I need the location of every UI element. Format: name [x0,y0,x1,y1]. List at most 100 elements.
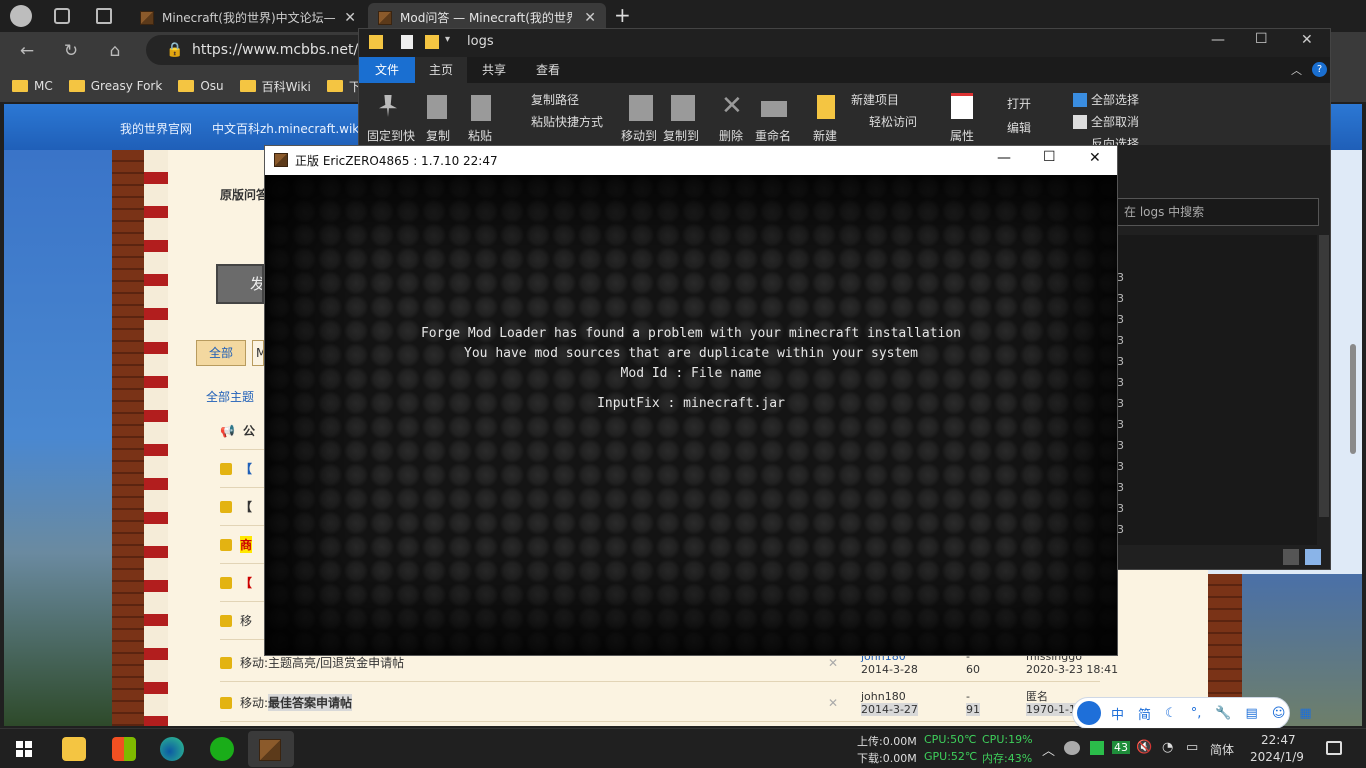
wechat-tray-icon[interactable] [1064,741,1080,755]
close-icon[interactable]: ✕ [828,696,838,710]
row-title[interactable]: 最佳答案申请帖 [268,694,353,711]
emoji-icon[interactable]: ☺ [1272,706,1286,721]
close-icon[interactable]: ✕ [828,656,838,670]
url-input[interactable]: 🔒 https://www.mcbbs.net/for [146,35,378,65]
close-button[interactable]: ✕ [1089,150,1101,166]
tab-mcbbs-forum[interactable]: Minecraft(我的世界)中文论坛— ✕ [130,3,366,32]
row-title[interactable]: 商 [240,536,253,553]
paste-shortcut-button[interactable]: 粘贴快捷方式 [531,113,603,130]
bookmark-osu[interactable]: Osu [178,79,224,93]
clipboard-icon[interactable]: ▤ [1246,706,1258,721]
chevron-down-icon[interactable]: ▾ [445,34,450,45]
chevron-up-icon[interactable]: ︿ [1042,740,1055,759]
tab-file[interactable]: 文件 [359,57,415,83]
explorer-search-input[interactable]: 在 logs 中搜索 [1117,198,1319,226]
wechat-icon[interactable] [210,737,234,761]
new-item-button[interactable]: 新建项目 [851,91,899,108]
rename-button[interactable]: 重命名 [755,127,791,144]
tab-actions-icon[interactable] [96,8,112,24]
notification-icon[interactable] [1326,741,1342,755]
tab-title: Minecraft(我的世界)中文论坛— [162,11,336,25]
nav-official-site[interactable]: 我的世界官网 [120,120,192,137]
edit-button[interactable]: 编辑 [1007,119,1031,136]
open-button[interactable]: 打开 [1007,95,1031,112]
delete-button[interactable]: 删除 [719,127,743,144]
minimize-button[interactable]: — [1211,32,1225,48]
ime-mode-chinese[interactable]: 中 [1111,704,1124,723]
page-scrollbar[interactable] [1350,344,1356,454]
grid-icon[interactable]: ▦ [1299,706,1311,721]
refresh-icon[interactable]: ↻ [60,40,82,62]
bookmark-greasy-fork[interactable]: Greasy Fork [68,79,162,93]
game-titlebar: 正版 EricZERO4865 : 1.7.10 22:47 — ☐ ✕ [265,146,1117,175]
large-icons-view-icon[interactable] [1305,549,1321,565]
invert-selection-button[interactable]: 反向选择 [1091,135,1139,145]
punctuation-icon[interactable]: °, [1191,706,1202,721]
properties-quick-icon[interactable] [401,35,413,49]
minecraft-taskbar-button[interactable] [248,731,294,767]
properties-button[interactable]: 属性 [950,127,974,144]
copy-button[interactable]: 复制 [426,127,450,144]
tab-view[interactable]: 查看 [523,57,573,83]
bookmark-download[interactable]: 下 [326,78,361,95]
start-icon[interactable] [16,741,32,757]
file-explorer-icon[interactable] [62,737,86,761]
tab-share[interactable]: 共享 [469,57,519,83]
explorer-scrollbar[interactable] [1319,235,1329,517]
clock-date[interactable]: 2024/1/9 [1250,750,1304,764]
back-icon[interactable]: ← [16,40,38,62]
close-icon[interactable]: ✕ [584,10,596,26]
mute-icon[interactable]: 🔇 [1136,740,1152,755]
close-button[interactable]: ✕ [1301,32,1313,48]
lock-icon [220,696,232,709]
filter-all-button[interactable]: 全部 [196,340,246,366]
filter-second-button[interactable]: M [252,340,264,366]
row-title[interactable]: 【 [240,498,252,515]
green-tray-icon[interactable] [1090,741,1104,755]
wifi-icon[interactable]: ◔ [1162,740,1173,755]
maximize-button[interactable]: ☐ [1255,31,1268,47]
select-none-button[interactable]: 全部取消 [1091,113,1139,130]
folder-icon[interactable] [425,35,439,49]
home-icon[interactable]: ⌂ [104,40,126,62]
store-icon[interactable] [112,737,136,761]
all-topics-link[interactable]: 全部主题 [206,388,254,405]
maximize-button[interactable]: ☐ [1043,149,1056,165]
copy-to-button[interactable]: 复制到 [663,127,699,144]
collections-icon[interactable] [54,8,70,24]
chevron-up-icon[interactable]: ︿ [1291,62,1302,78]
new-button[interactable]: 新建 [813,127,837,144]
paste-button[interactable]: 粘贴 [468,127,492,144]
nav-wiki[interactable]: 中文百科zh.minecraft.wiki [212,120,363,137]
wrench-icon[interactable]: 🔧 [1215,706,1231,721]
ime-mode-simplified[interactable]: 简 [1138,704,1151,723]
row-title[interactable]: 【 [240,460,252,477]
search-placeholder: 在 logs 中搜索 [1124,205,1205,219]
bookmark-wiki[interactable]: 百科Wiki [239,78,311,95]
tray-badge[interactable]: 43 [1112,741,1130,754]
row-title[interactable]: 主题高亮/回退赏金申请帖 [268,654,404,671]
new-tab-button[interactable]: + [614,3,631,27]
minimize-button[interactable]: — [997,150,1011,166]
new-post-button[interactable]: 发 [216,264,264,304]
clock-time[interactable]: 22:47 [1261,733,1296,747]
close-icon[interactable]: ✕ [344,10,356,26]
battery-icon[interactable]: ▭ [1186,740,1198,755]
profile-icon[interactable] [10,5,32,27]
edge-icon[interactable] [160,737,184,761]
delete-icon: ✕ [721,91,743,121]
moon-icon[interactable]: ☾ [1165,706,1177,721]
easy-access-button[interactable]: 轻松访问 [869,113,917,130]
select-all-button[interactable]: 全部选择 [1091,91,1139,108]
pin-button[interactable]: 固定到快 [367,127,415,144]
details-view-icon[interactable] [1283,549,1299,565]
ime-language[interactable]: 简体 [1210,741,1234,758]
help-icon[interactable]: ? [1312,62,1327,77]
tab-home[interactable]: 主页 [415,57,467,83]
row-title[interactable]: 【 [240,574,252,591]
row-author[interactable]: john180 [861,690,906,703]
ime-logo-icon[interactable] [1077,701,1101,725]
bookmark-mc[interactable]: MC [12,79,53,93]
move-to-button[interactable]: 移动到 [621,127,657,144]
copy-path-button[interactable]: 复制路径 [531,91,579,108]
